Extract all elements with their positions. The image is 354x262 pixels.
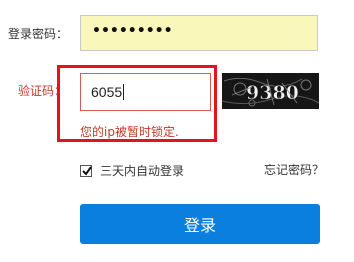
password-input[interactable]: ••••••••• — [80, 15, 318, 51]
forgot-password-link[interactable]: 忘记密码？ — [264, 161, 324, 178]
login-button-label: 登录 — [183, 216, 216, 235]
check-icon — [82, 165, 92, 176]
remember-label: 三天内自动登录 — [100, 164, 185, 178]
remember-me[interactable]: 三天内自动登录 — [80, 162, 184, 179]
remember-checkbox[interactable] — [80, 164, 92, 177]
password-label: 登录密码： — [8, 27, 69, 41]
highlight-box — [57, 65, 217, 142]
captcha-image[interactable]: 9380 — [221, 73, 320, 109]
login-button[interactable]: 登录 — [80, 204, 320, 244]
password-value: ••••••••• — [92, 23, 173, 39]
